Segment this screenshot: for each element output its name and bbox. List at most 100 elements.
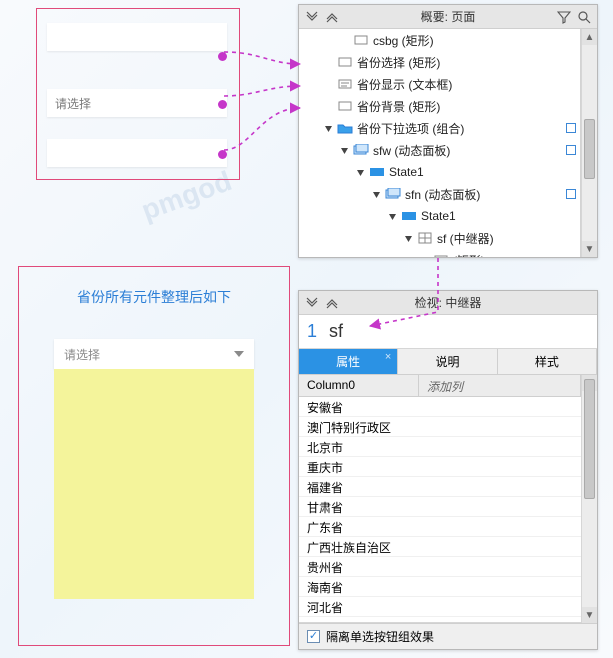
demo-display-text[interactable]: 请选择 bbox=[47, 89, 227, 117]
upper-demo-box: 请选择 bbox=[36, 8, 240, 180]
province-select[interactable]: 请选择 bbox=[54, 339, 254, 369]
selection-indicator-icon[interactable] bbox=[566, 123, 576, 133]
search-icon[interactable] bbox=[577, 10, 591, 24]
repeater-row[interactable]: 北京市 bbox=[299, 437, 581, 457]
tab-notes[interactable]: 说明 bbox=[398, 349, 497, 374]
inspector-header: 检视: 中继器 bbox=[299, 291, 597, 315]
tree-row[interactable]: 省份下拉选项 (组合) bbox=[299, 117, 580, 139]
connector-dot bbox=[219, 151, 226, 158]
tree-row[interactable]: 省份显示 (文本框) bbox=[299, 73, 580, 95]
scroll-up-icon[interactable]: ▲ bbox=[582, 29, 597, 45]
tab-label: 说明 bbox=[435, 353, 459, 370]
text-icon bbox=[337, 77, 353, 91]
rep-icon bbox=[417, 231, 433, 245]
tree-row[interactable]: (矩形) bbox=[299, 249, 580, 257]
state-icon bbox=[401, 209, 417, 223]
rect-icon bbox=[337, 99, 353, 113]
tree-label: sfn (动态面板) bbox=[405, 186, 480, 203]
repeater-row[interactable]: 海南省 bbox=[299, 577, 581, 597]
rect-icon bbox=[433, 253, 449, 257]
tab-label: 样式 bbox=[535, 353, 559, 370]
tree-label: 省份下拉选项 (组合) bbox=[357, 120, 464, 137]
tree-toggle-icon bbox=[323, 79, 333, 89]
tree-toggle-icon bbox=[323, 57, 333, 67]
repeater-row[interactable]: 澳门特别行政区 bbox=[299, 417, 581, 437]
tree-toggle-icon bbox=[323, 101, 333, 111]
outline-tree[interactable]: csbg (矩形) 省份选择 (矩形) 省份显示 (文本框) 省份背景 (矩形) 省份下… bbox=[299, 29, 581, 257]
scroll-down-icon[interactable]: ▼ bbox=[582, 607, 597, 623]
tree-row[interactable]: 省份背景 (矩形) bbox=[299, 95, 580, 117]
tree-row[interactable]: 省份选择 (矩形) bbox=[299, 51, 580, 73]
tree-row[interactable]: sfw (动态面板) bbox=[299, 139, 580, 161]
checkbox-icon[interactable]: ✓ bbox=[307, 630, 320, 643]
scroll-thumb[interactable] bbox=[584, 379, 595, 499]
state-icon bbox=[369, 165, 385, 179]
tree-row[interactable]: sfn (动态面板) bbox=[299, 183, 580, 205]
lower-demo-box: 省份所有元件整理后如下 请选择 bbox=[18, 266, 290, 646]
tree-toggle-icon[interactable] bbox=[371, 189, 381, 199]
tree-toggle-icon[interactable] bbox=[355, 167, 365, 177]
tree-toggle-icon[interactable] bbox=[403, 233, 413, 243]
tree-label: csbg (矩形) bbox=[373, 32, 434, 49]
tree-toggle-icon[interactable] bbox=[387, 211, 397, 221]
tree-toggle-icon[interactable] bbox=[323, 123, 333, 133]
tree-label: sf (中继器) bbox=[437, 230, 494, 247]
inspector-name-row: 1 sf bbox=[299, 315, 597, 349]
tree-label: (矩形) bbox=[453, 252, 485, 258]
tree-label: State1 bbox=[389, 165, 424, 179]
scroll-down-icon[interactable]: ▼ bbox=[582, 241, 597, 257]
column-header[interactable]: Column0 bbox=[299, 375, 419, 396]
repeater-row[interactable]: 安徽省 bbox=[299, 397, 581, 417]
expand-icon[interactable] bbox=[325, 296, 339, 310]
tree-label: sfw (动态面板) bbox=[373, 142, 450, 159]
expand-icon[interactable] bbox=[325, 10, 339, 24]
tree-row[interactable]: sf (中继器) bbox=[299, 227, 580, 249]
tree-row[interactable]: State1 bbox=[299, 205, 580, 227]
selection-indicator-icon[interactable] bbox=[566, 189, 576, 199]
inspector-scrollbar[interactable]: ▲ ▼ bbox=[581, 375, 597, 623]
demo-select-rect[interactable] bbox=[47, 23, 227, 51]
selection-indicator-icon[interactable] bbox=[566, 145, 576, 155]
tree-label: 省份背景 (矩形) bbox=[357, 98, 440, 115]
add-column[interactable]: 添加列 bbox=[419, 375, 581, 396]
repeater-name[interactable]: sf bbox=[329, 321, 343, 342]
inspector-tabs: 属性 × 说明 样式 bbox=[299, 349, 597, 375]
close-icon[interactable]: × bbox=[385, 351, 391, 363]
tree-toggle-icon bbox=[339, 35, 349, 45]
outline-panel: 概要: 页面 csbg (矩形) 省份选择 (矩形) 省份显示 (文本框) 省份背景 … bbox=[298, 4, 598, 258]
dropdown-panel[interactable] bbox=[54, 369, 254, 599]
dyn-icon bbox=[353, 143, 369, 157]
repeater-row[interactable]: 福建省 bbox=[299, 477, 581, 497]
scroll-thumb[interactable] bbox=[584, 119, 595, 179]
tree-toggle-icon[interactable] bbox=[339, 145, 349, 155]
repeater-row[interactable]: 河北省 bbox=[299, 597, 581, 617]
outline-title: 概要: 页面 bbox=[421, 8, 476, 25]
repeater-row[interactable]: 广东省 bbox=[299, 517, 581, 537]
filter-icon[interactable] bbox=[557, 10, 571, 24]
collapse-icon[interactable] bbox=[305, 10, 319, 24]
repeater-grid-body[interactable]: 安徽省澳门特别行政区北京市重庆市福建省甘肃省广东省广西壮族自治区贵州省海南省河北… bbox=[299, 397, 581, 623]
rect-icon bbox=[353, 33, 369, 47]
isolate-radio-option[interactable]: ✓ 隔离单选按钮组效果 bbox=[299, 623, 597, 649]
collapse-icon[interactable] bbox=[305, 296, 319, 310]
repeater-row[interactable]: 甘肃省 bbox=[299, 497, 581, 517]
rect-icon bbox=[337, 55, 353, 69]
demo-bg-rect[interactable] bbox=[47, 139, 227, 167]
dyn-icon bbox=[385, 187, 401, 201]
repeater-row[interactable]: 广西壮族自治区 bbox=[299, 537, 581, 557]
repeater-row[interactable]: 贵州省 bbox=[299, 557, 581, 577]
tree-label: 省份显示 (文本框) bbox=[357, 76, 452, 93]
tab-properties[interactable]: 属性 × bbox=[299, 349, 398, 374]
province-select-placeholder: 请选择 bbox=[64, 346, 100, 363]
repeater-index: 1 bbox=[307, 321, 317, 342]
tree-label: 省份选择 (矩形) bbox=[357, 54, 440, 71]
tree-row[interactable]: csbg (矩形) bbox=[299, 29, 580, 51]
inspector-panel: 检视: 中继器 1 sf 属性 × 说明 样式 Column0 添加列 安徽省澳… bbox=[298, 290, 598, 650]
repeater-row[interactable]: 重庆市 bbox=[299, 457, 581, 477]
tab-style[interactable]: 样式 bbox=[498, 349, 597, 374]
isolate-radio-label: 隔离单选按钮组效果 bbox=[326, 628, 434, 645]
tree-toggle-icon bbox=[419, 255, 429, 257]
connector-dot bbox=[219, 53, 226, 60]
tree-row[interactable]: State1 bbox=[299, 161, 580, 183]
outline-scrollbar[interactable]: ▲ ▼ bbox=[581, 29, 597, 257]
